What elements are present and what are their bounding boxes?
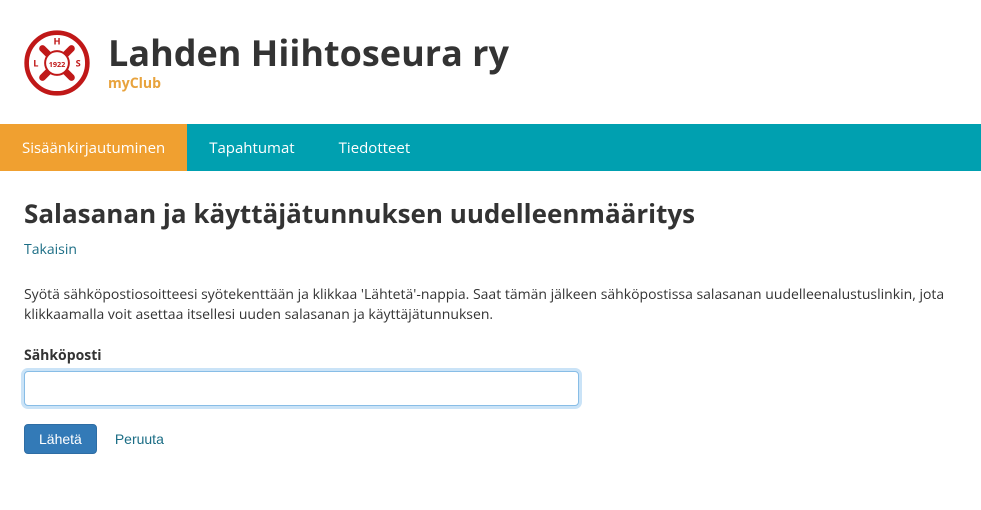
nav-item-login[interactable]: Sisäänkirjautuminen [0,124,187,171]
main-content: Salasanan ja käyttäjätunnuksen uudelleen… [0,171,981,486]
back-link[interactable]: Takaisin [24,240,77,259]
page-title: Salasanan ja käyttäjätunnuksen uudelleen… [24,195,957,231]
nav-item-bulletins[interactable]: Tiedotteet [317,124,433,171]
cancel-button[interactable]: Peruuta [115,431,164,447]
logo-letter-top: H [53,35,60,48]
page-header: H L S 1922 Lahden Hiihtoseura ry myClub [0,0,981,124]
club-name: Lahden Hiihtoseura ry [108,33,509,73]
logo-year: 1922 [49,60,66,70]
submit-button[interactable]: Lähetä [24,424,97,454]
nav-item-events[interactable]: Tapahtumat [187,124,316,171]
logo-letter-left: L [33,56,38,69]
logo-letter-right: S [76,56,81,69]
button-row: Lähetä Peruuta [24,424,957,454]
title-block: Lahden Hiihtoseura ry myClub [108,33,509,94]
main-nav: Sisäänkirjautuminen Tapahtumat Tiedottee… [0,124,981,171]
email-label: Sähköposti [24,346,957,365]
club-logo: H L S 1922 [24,30,90,96]
email-field[interactable] [24,371,579,406]
app-subtitle: myClub [108,74,509,93]
instructions-text: Syötä sähköpostiosoitteesi syötekenttään… [24,285,957,326]
